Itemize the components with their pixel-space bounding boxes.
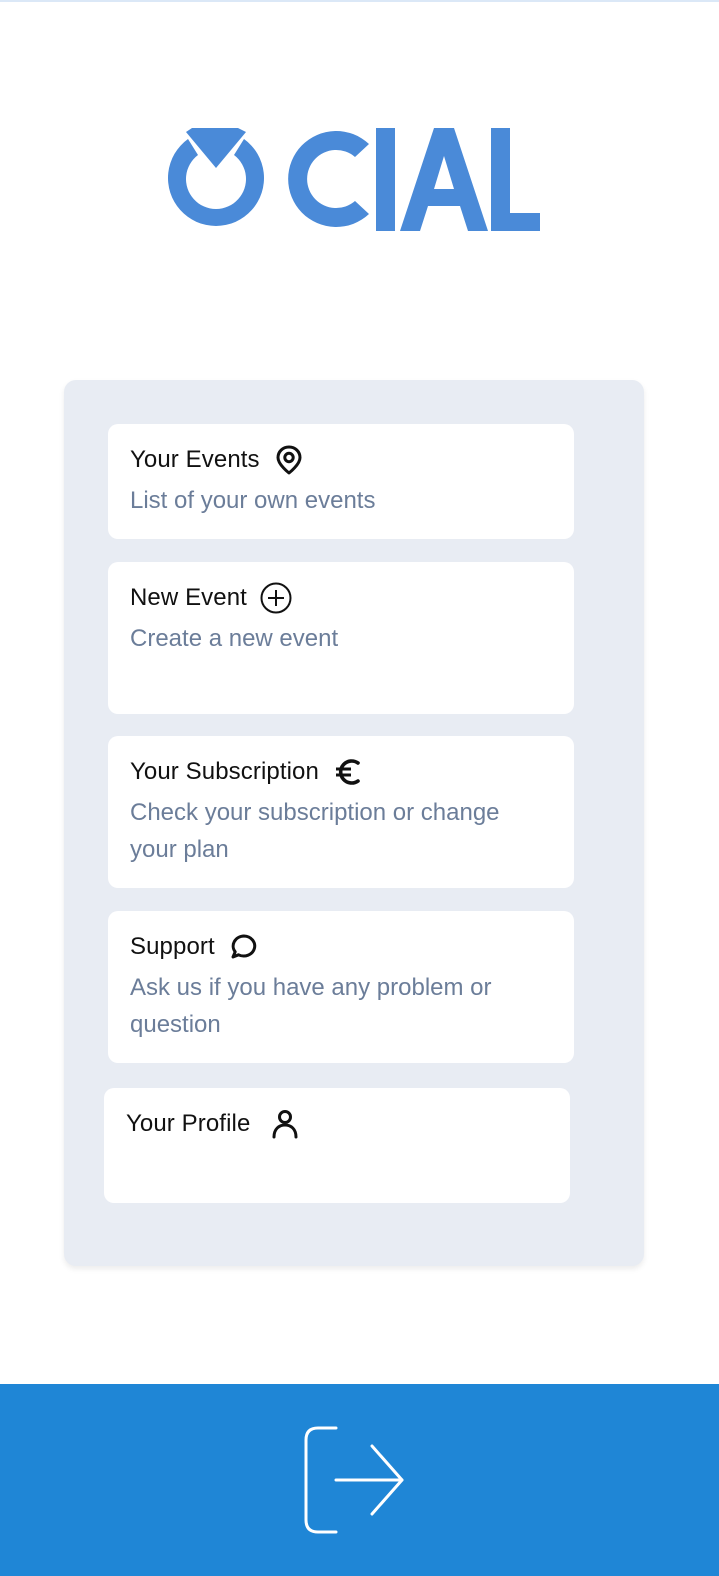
card-description: List of your own events: [130, 487, 376, 514]
card-title-row: Your Profile: [126, 1108, 548, 1140]
menu-panel: Your Events List of your own events New …: [64, 380, 644, 1266]
location-pin-icon: [272, 443, 306, 477]
card-description: Check your subscription or change your p…: [130, 799, 500, 863]
logout-button[interactable]: [300, 1424, 410, 1536]
card-title: Support: [130, 933, 215, 960]
logo-letter-o-notch: [186, 128, 246, 168]
logo-letter-a: [400, 128, 488, 231]
card-title: Your Subscription: [130, 758, 319, 785]
euro-icon: [331, 755, 365, 789]
logo-letter-l: [491, 128, 540, 231]
logo-letter-i: [376, 128, 395, 231]
menu-card-your-events[interactable]: Your Events List of your own events: [108, 424, 574, 539]
exit-bar: [0, 1384, 719, 1576]
menu-card-support[interactable]: Support Ask us if you have any problem o…: [108, 911, 574, 1063]
card-title-row: Your Subscription: [130, 756, 552, 788]
card-title: Your Events: [130, 446, 260, 473]
logo-letter-c: [288, 131, 369, 227]
card-title: New Event: [130, 584, 247, 611]
card-title: Your Profile: [126, 1110, 251, 1137]
logout-icon: [304, 1426, 404, 1534]
user-icon: [268, 1107, 302, 1141]
card-title-row: New Event: [130, 582, 552, 614]
menu-card-new-event[interactable]: New Event Create a new event: [108, 562, 574, 714]
card-description: Ask us if you have any problem or questi…: [130, 974, 492, 1038]
ocial-logo: [168, 128, 540, 231]
menu-card-your-subscription[interactable]: Your Subscription Check your subscriptio…: [108, 736, 574, 888]
card-title-row: Support: [130, 931, 552, 963]
menu-card-your-profile[interactable]: Your Profile: [104, 1088, 570, 1203]
plus-circle-icon: [259, 581, 293, 615]
card-description: Create a new event: [130, 625, 339, 652]
chat-bubble-icon: [227, 930, 261, 964]
top-divider: [0, 0, 719, 2]
card-title-row: Your Events: [130, 444, 552, 476]
